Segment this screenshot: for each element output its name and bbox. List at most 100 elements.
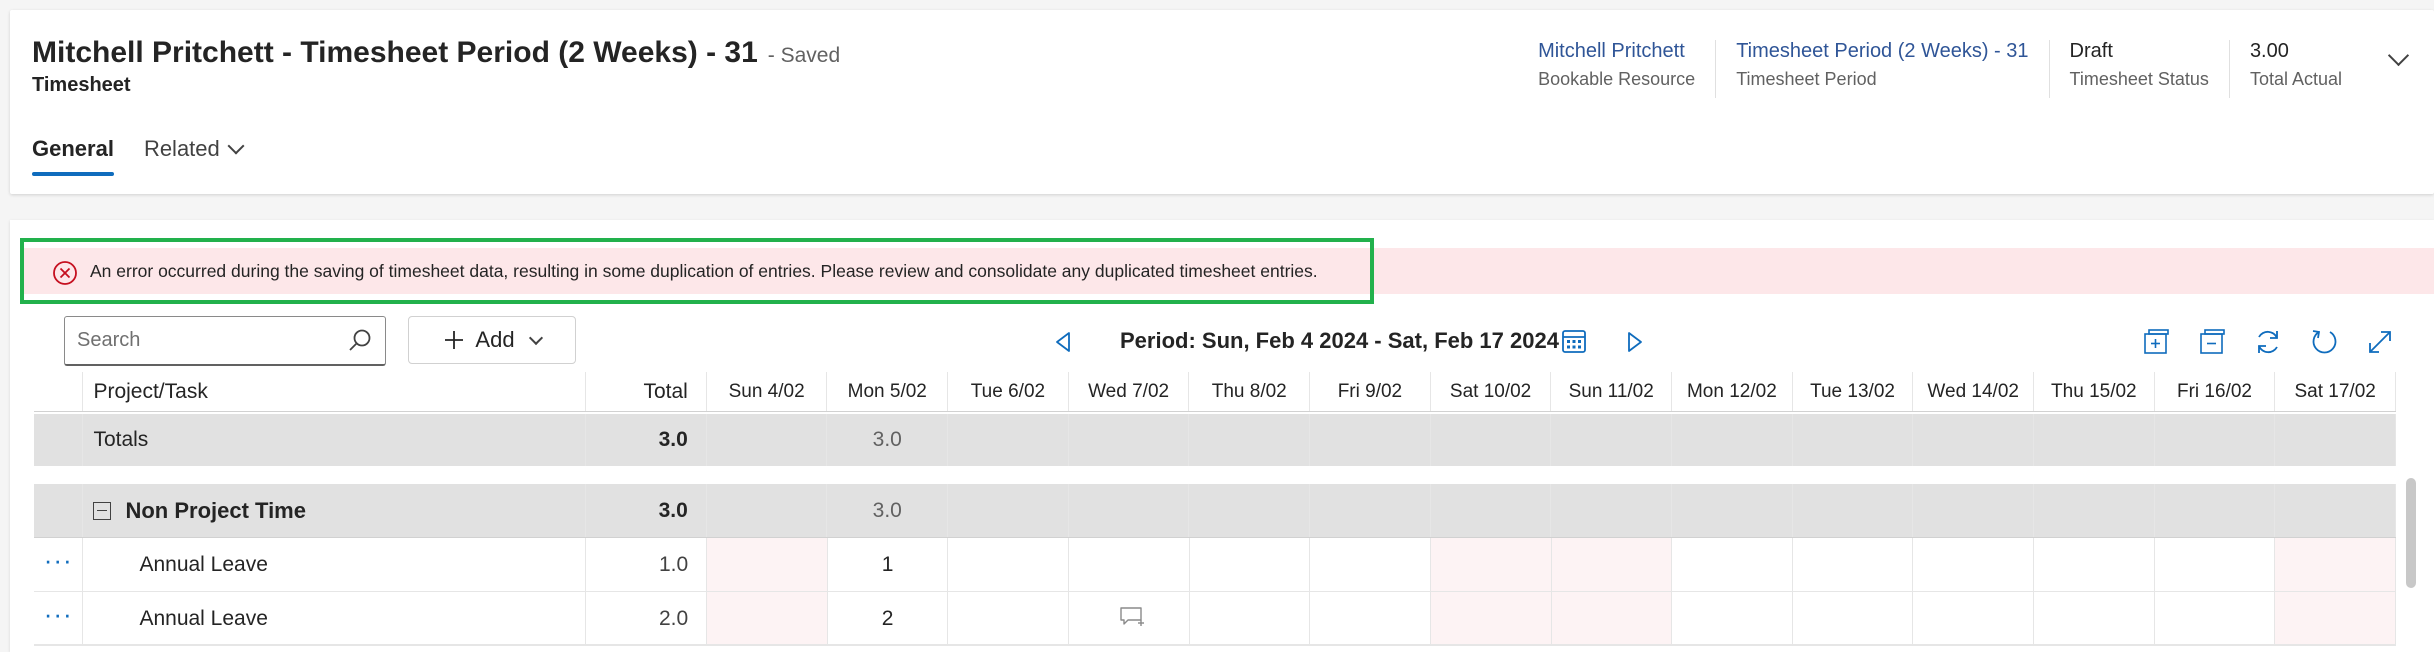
column-header-total[interactable]: Total xyxy=(586,372,707,411)
row-spacer xyxy=(34,414,84,466)
day-value[interactable] xyxy=(707,538,827,591)
day-value[interactable] xyxy=(1552,538,1672,591)
day-value[interactable] xyxy=(2034,592,2154,645)
day-value[interactable] xyxy=(1672,538,1792,591)
day-cell[interactable] xyxy=(1430,538,1552,591)
day-cell[interactable] xyxy=(1672,538,1793,591)
search-icon[interactable] xyxy=(347,328,373,354)
vertical-scrollbar[interactable] xyxy=(2406,478,2416,588)
day-value[interactable] xyxy=(1552,592,1672,645)
expand-all-icon[interactable] xyxy=(2140,326,2172,358)
day-cell[interactable] xyxy=(1793,538,1914,591)
day-cell[interactable] xyxy=(707,592,828,645)
previous-period-icon[interactable] xyxy=(1052,330,1074,354)
day-value[interactable] xyxy=(1672,592,1792,645)
row-more-options-button[interactable]: ··· xyxy=(34,538,84,591)
day-cell[interactable]: 1 xyxy=(828,538,949,591)
calendar-icon[interactable] xyxy=(1560,327,1588,355)
day-cell[interactable] xyxy=(1672,592,1793,645)
add-comment-icon[interactable] xyxy=(1119,606,1145,628)
column-header-day: Sat 17/02 xyxy=(2275,372,2396,411)
bookable-resource-link[interactable]: Mitchell Pritchett xyxy=(1538,40,1695,63)
column-header-day: Sat 10/02 xyxy=(1431,372,1552,411)
group-day-cell xyxy=(1672,484,1793,537)
title-row: Mitchell Pritchett - Timesheet Period (2… xyxy=(32,36,840,70)
reset-icon[interactable] xyxy=(2308,326,2340,358)
column-header-day: Wed 7/02 xyxy=(1069,372,1190,411)
group-day-cell xyxy=(2034,484,2155,537)
day-value[interactable] xyxy=(1310,592,1430,645)
timesheet-period-link[interactable]: Timesheet Period (2 Weeks) - 31 xyxy=(1736,40,2028,63)
day-cell[interactable] xyxy=(1430,592,1552,645)
day-value[interactable] xyxy=(1069,592,1189,645)
day-value[interactable] xyxy=(2034,538,2154,591)
group-day-cell xyxy=(948,484,1069,537)
day-value[interactable] xyxy=(948,592,1068,645)
totals-day-cell xyxy=(1793,414,1914,466)
day-cell[interactable] xyxy=(1913,592,2035,645)
day-cell[interactable] xyxy=(948,592,1070,645)
row-more-options-button[interactable]: ··· xyxy=(34,592,84,645)
day-value[interactable] xyxy=(2275,538,2395,591)
day-cell[interactable] xyxy=(1069,592,1190,645)
day-value[interactable] xyxy=(1793,592,1913,645)
day-cell[interactable] xyxy=(2034,592,2155,645)
day-cell[interactable] xyxy=(948,538,1070,591)
day-value[interactable] xyxy=(707,592,827,645)
day-value[interactable] xyxy=(1190,538,1310,591)
day-value[interactable]: 1 xyxy=(828,538,948,591)
day-value[interactable] xyxy=(1310,538,1430,591)
day-value[interactable] xyxy=(1793,538,1913,591)
totals-day-cell xyxy=(2275,414,2396,466)
collapse-all-icon[interactable] xyxy=(2196,326,2228,358)
total-actual-label: Total Actual xyxy=(2249,69,2342,89)
task-name[interactable]: Annual Leave xyxy=(83,538,587,591)
day-value[interactable] xyxy=(2275,592,2395,645)
column-header-project-task[interactable]: Project/Task xyxy=(83,372,586,411)
day-value[interactable] xyxy=(1431,538,1551,591)
day-cell[interactable] xyxy=(1190,538,1311,591)
day-cell[interactable] xyxy=(2034,538,2155,591)
table-row[interactable]: ··· Annual Leave 1.0 1 xyxy=(34,538,2396,592)
tab-related[interactable]: Related xyxy=(144,136,245,176)
day-value[interactable] xyxy=(2155,538,2275,591)
day-cell[interactable] xyxy=(1551,592,1673,645)
day-cell[interactable] xyxy=(1069,538,1190,591)
tab-general[interactable]: General xyxy=(32,136,114,176)
grid-divider xyxy=(34,644,2396,652)
day-cell[interactable] xyxy=(1310,592,1431,645)
day-cell[interactable] xyxy=(1793,592,1914,645)
row-total: 1.0 xyxy=(586,538,708,591)
day-cell[interactable] xyxy=(1913,538,2035,591)
task-name[interactable]: Annual Leave xyxy=(83,592,587,645)
day-value[interactable] xyxy=(1913,592,2033,645)
table-row[interactable]: ··· Annual Leave 2.0 2 xyxy=(34,592,2396,646)
day-value[interactable] xyxy=(2155,592,2275,645)
next-period-icon[interactable] xyxy=(1624,330,1646,354)
day-value[interactable] xyxy=(1190,592,1310,645)
day-cell[interactable]: 2 xyxy=(828,592,949,645)
day-value[interactable]: 2 xyxy=(828,592,948,645)
day-cell[interactable] xyxy=(707,538,828,591)
day-cell[interactable] xyxy=(2155,538,2276,591)
day-cell[interactable] xyxy=(1551,538,1673,591)
collapse-group-icon[interactable] xyxy=(93,501,112,520)
add-button[interactable]: Add xyxy=(408,316,576,364)
day-value[interactable] xyxy=(1431,592,1551,645)
day-cell[interactable] xyxy=(1310,538,1431,591)
totals-day-cell: 3.0 xyxy=(827,414,949,466)
fullscreen-icon[interactable] xyxy=(2364,326,2396,358)
header-expand-button[interactable] xyxy=(2362,40,2434,80)
group-total: 3.0 xyxy=(586,484,707,537)
search-input[interactable] xyxy=(77,329,347,352)
day-cell[interactable] xyxy=(2275,592,2396,645)
group-row: Non Project Time 3.0 3.0 xyxy=(34,484,2396,538)
day-cell[interactable] xyxy=(1190,592,1311,645)
day-value[interactable] xyxy=(1069,538,1189,591)
totals-total: 3.0 xyxy=(586,414,707,466)
day-cell[interactable] xyxy=(2155,592,2276,645)
day-value[interactable] xyxy=(1913,538,2033,591)
refresh-icon[interactable] xyxy=(2252,326,2284,358)
day-cell[interactable] xyxy=(2275,538,2396,591)
day-value[interactable] xyxy=(948,538,1068,591)
